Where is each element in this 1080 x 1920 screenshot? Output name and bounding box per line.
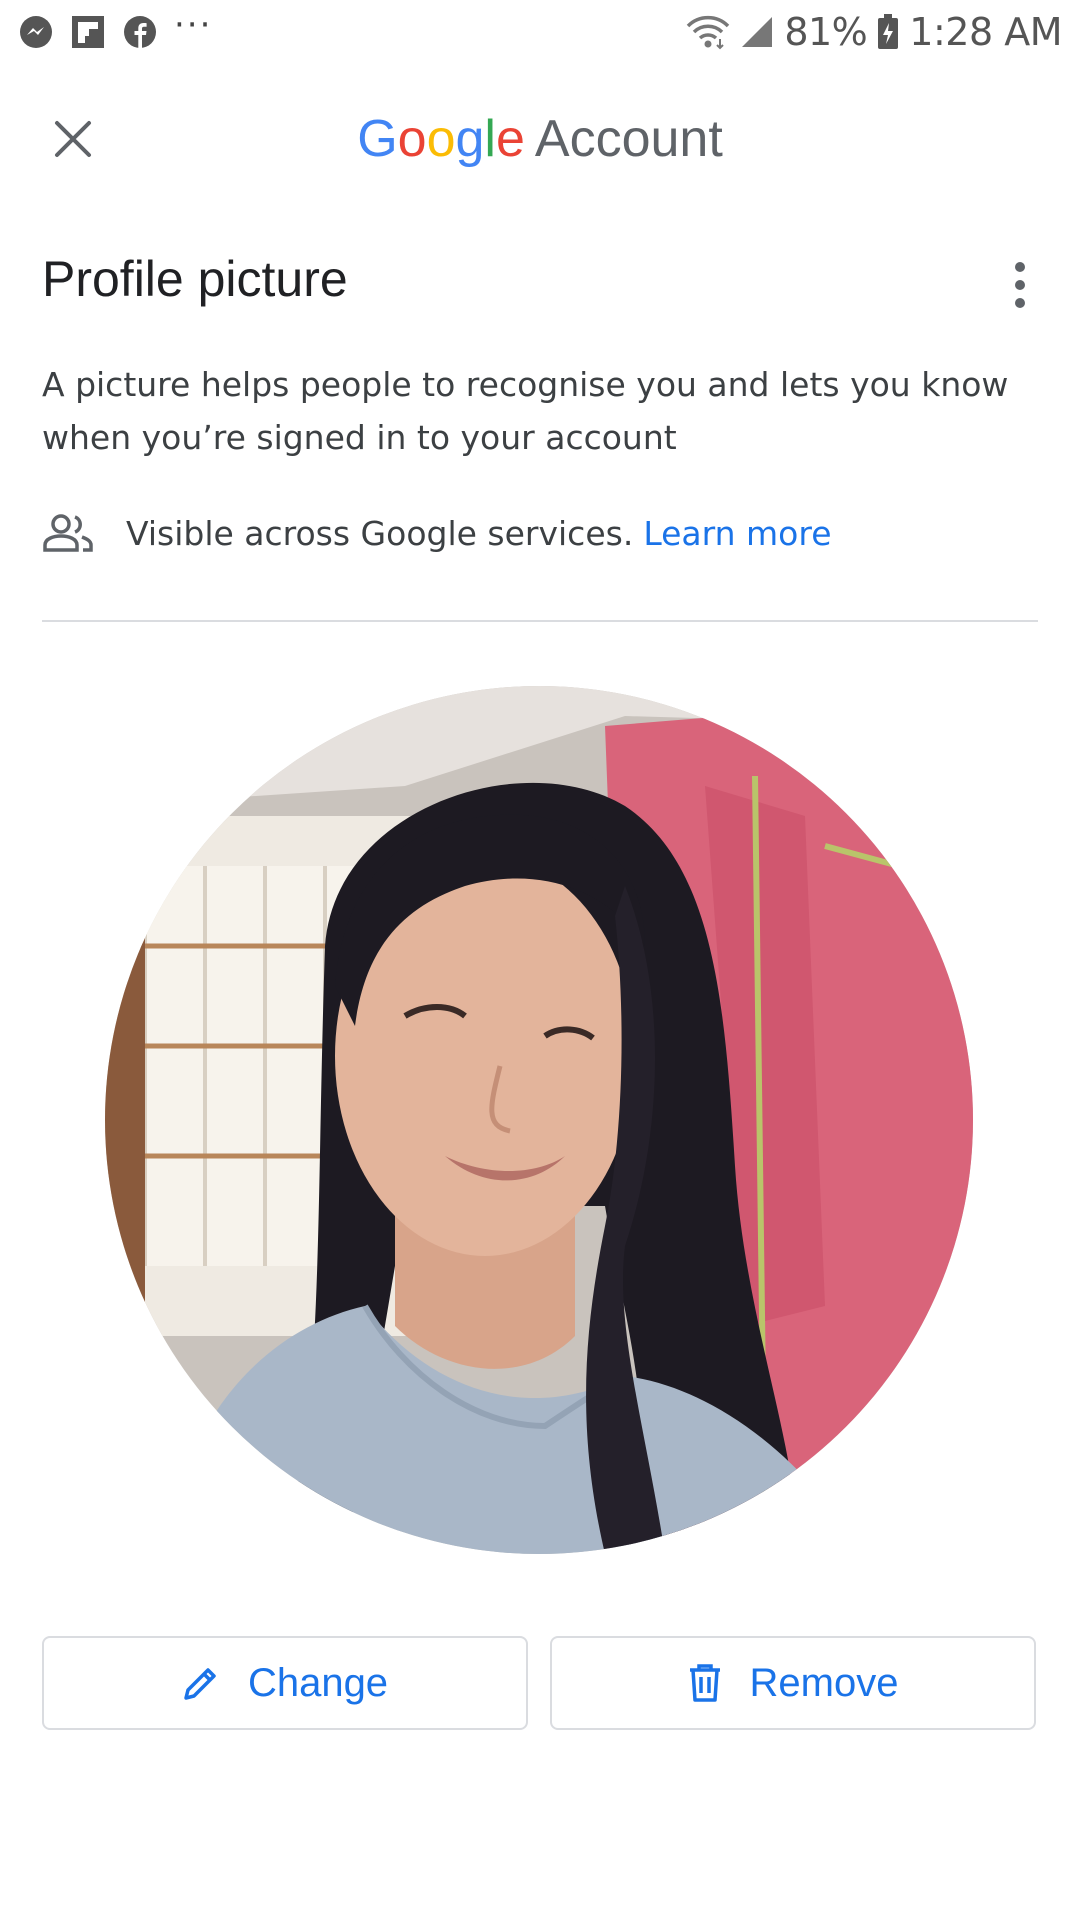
brand-letter-e: e	[495, 110, 525, 168]
wifi-icon	[686, 14, 730, 50]
visibility-text: Visible across Google services.	[126, 513, 634, 553]
brand-letter-l: l	[484, 110, 496, 168]
brand-account-word: Account	[534, 110, 723, 168]
status-time: 1:28 AM	[909, 10, 1062, 54]
change-button-label: Change	[247, 1660, 389, 1705]
brand-letter-o1: o	[397, 110, 427, 168]
battery-charging-icon	[877, 14, 899, 50]
brand-letter-o2: o	[426, 110, 456, 168]
facebook-icon	[122, 14, 158, 50]
battery-percentage: 81%	[784, 10, 868, 54]
more-vert-icon-dot	[1015, 298, 1025, 308]
more-notifications-indicator: ···	[174, 5, 213, 45]
profile-photo	[105, 686, 973, 1554]
overflow-menu-button[interactable]	[990, 250, 1050, 320]
profile-picture-description: A picture helps people to recognise you …	[42, 365, 1009, 457]
more-vert-icon-dot	[1015, 280, 1025, 290]
people-icon	[43, 514, 93, 552]
google-account-profile-picture-screen: ··· 81% 1:28 AM Google Account Profile p…	[0, 0, 1080, 1920]
pencil-icon	[184, 1668, 216, 1700]
status-bar: ··· 81% 1:28 AM	[0, 0, 1080, 64]
brand-letter-g2: g	[455, 110, 485, 168]
flipboard-icon	[70, 14, 106, 50]
status-bar-system: 81% 1:28 AM	[676, 10, 1062, 54]
trash-icon	[689, 1664, 720, 1702]
remove-button[interactable]: Remove	[550, 1636, 1036, 1730]
messenger-icon	[18, 14, 54, 50]
google-account-logo: Google Account	[0, 104, 1080, 174]
change-button[interactable]: Change	[42, 1636, 528, 1730]
signal-icon	[740, 15, 774, 49]
divider	[42, 620, 1038, 622]
more-vert-icon-dot	[1015, 262, 1025, 272]
learn-more-link[interactable]: Learn more	[643, 514, 831, 553]
app-bar: Google Account	[0, 82, 1080, 192]
page-title: Profile picture	[42, 251, 348, 307]
brand-letter-g: G	[357, 110, 398, 168]
remove-button-label: Remove	[749, 1660, 899, 1705]
visibility-row: Visible across Google services. Learn mo…	[42, 505, 832, 561]
status-bar-notifications: ···	[18, 8, 228, 50]
